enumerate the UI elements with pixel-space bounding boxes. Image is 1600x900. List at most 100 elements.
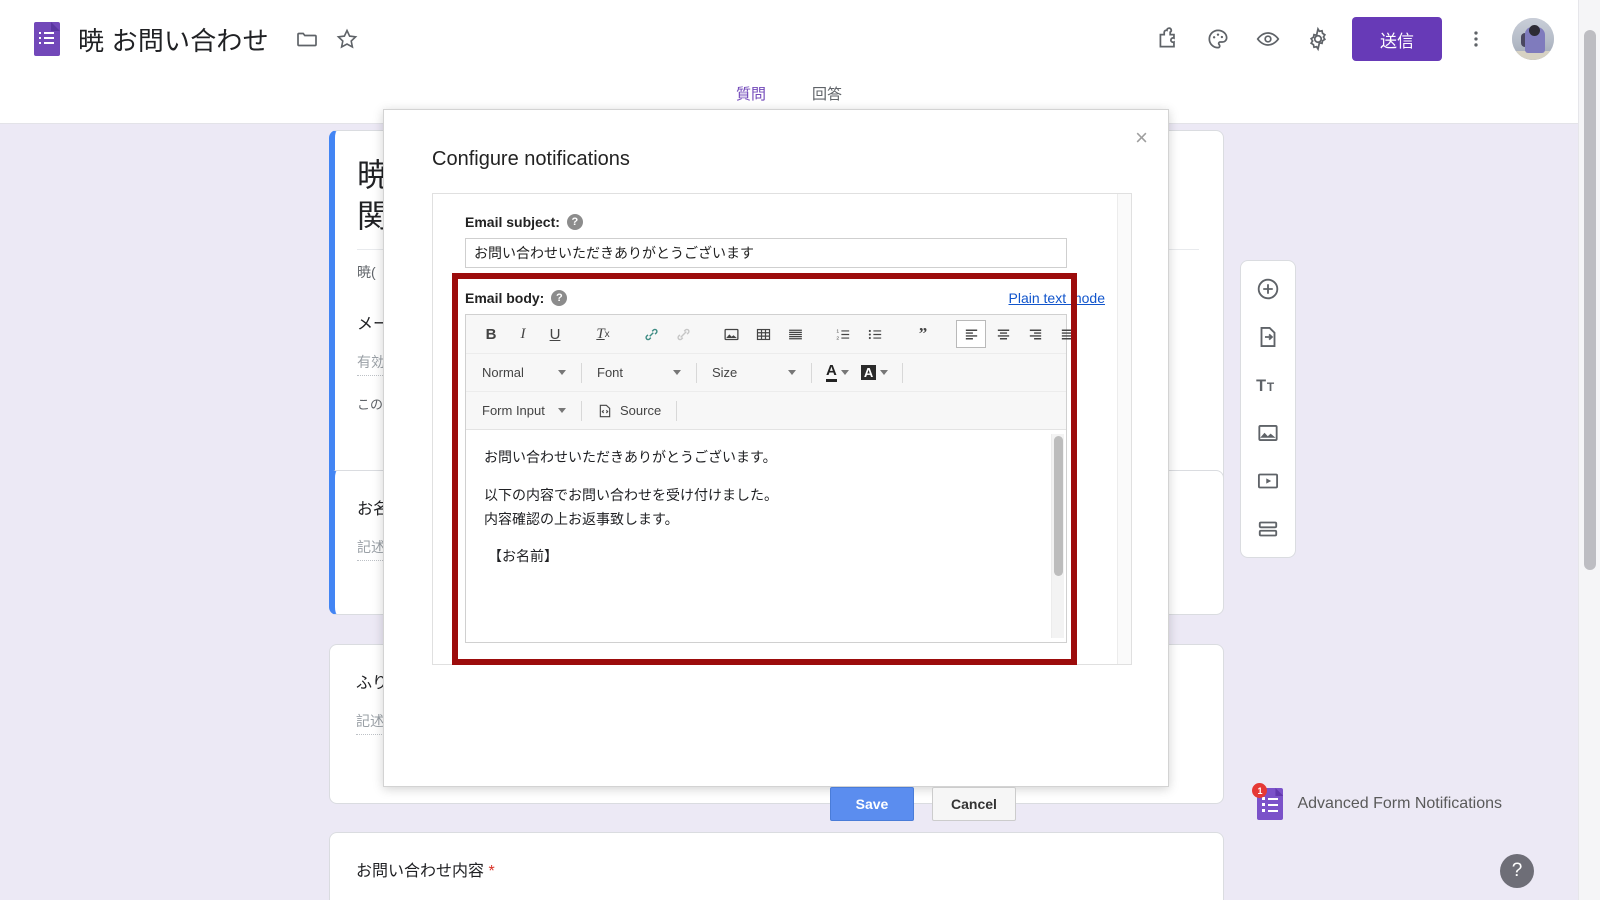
dialog-actions: Save Cancel 1 Advanced Form Notification… (830, 783, 1502, 821)
cancel-button[interactable]: Cancel (932, 787, 1016, 821)
source-button[interactable]: Source (591, 398, 667, 424)
source-label: Source (620, 403, 662, 418)
text-color-glyph: A (826, 363, 837, 382)
add-title-description-icon[interactable]: T T (1245, 365, 1291, 405)
table-icon[interactable] (748, 320, 778, 348)
chevron-down-icon (673, 370, 681, 375)
source-code-icon (599, 404, 611, 417)
toolbar-divider (676, 400, 678, 421)
toolbar-divider (581, 400, 582, 421)
align-right-icon[interactable] (1020, 320, 1050, 348)
plain-text-mode-link[interactable]: Plain text mode (1009, 290, 1106, 306)
email-body-label: Email body: ? (465, 290, 568, 306)
addons-icon[interactable] (1148, 19, 1188, 59)
window-scrollbar-thumb[interactable] (1584, 30, 1596, 570)
font-family-value: Font (597, 365, 624, 380)
import-questions-icon[interactable] (1245, 317, 1291, 357)
chevron-down-icon (788, 370, 796, 375)
font-size-dropdown[interactable]: Size (706, 360, 802, 386)
window-scrollbar[interactable] (1578, 0, 1600, 900)
chevron-down-icon (880, 370, 889, 375)
background-color-button[interactable]: A (856, 360, 893, 386)
question-answer-hint: 有効 (357, 352, 385, 376)
required-asterisk: * (488, 863, 495, 880)
add-image-icon[interactable] (1245, 413, 1291, 453)
avatar[interactable] (1512, 18, 1554, 60)
add-video-icon[interactable] (1245, 461, 1291, 501)
horizontal-rule-icon[interactable] (780, 320, 810, 348)
email-body-label-text: Email body: (465, 290, 545, 306)
page-title[interactable]: 暁 お問い合わせ (78, 21, 269, 58)
editor-scrollbar[interactable] (1051, 434, 1064, 638)
addon-brand-label: Advanced Form Notifications (1297, 795, 1502, 812)
text-color-button[interactable]: A (821, 360, 854, 386)
close-icon[interactable]: × (1129, 126, 1154, 150)
bulleted-list-icon[interactable] (860, 320, 890, 348)
kebab-menu-icon[interactable] (1456, 19, 1496, 59)
preview-eye-icon[interactable] (1248, 19, 1288, 59)
body-line: 【お名前】 (488, 548, 558, 565)
svg-text:1: 1 (836, 328, 839, 334)
toolbar-divider (581, 362, 582, 383)
add-section-icon[interactable] (1245, 509, 1291, 549)
add-item-toolbar: T T (1240, 260, 1296, 558)
email-body-editable[interactable]: お問い合わせいただきありがとうございます。 以下の内容でお問い合わせを受け付けま… (466, 430, 1066, 642)
settings-gear-icon[interactable] (1298, 19, 1338, 59)
paragraph-format-dropdown[interactable]: Normal (476, 360, 572, 386)
align-left-icon[interactable] (956, 320, 986, 348)
form-input-value: Form Input (482, 403, 545, 418)
body-line: お問い合わせいただきありがとうございます。 (484, 449, 777, 465)
svg-text:T: T (1267, 380, 1275, 394)
app-bar: 暁 お問い合わせ 送信 (0, 0, 1578, 78)
palette-icon[interactable] (1198, 19, 1238, 59)
add-question-icon[interactable] (1245, 269, 1291, 309)
editor-scrollbar-thumb[interactable] (1054, 436, 1063, 576)
send-button[interactable]: 送信 (1352, 17, 1442, 61)
rich-text-editor: B I U Tx 1 2 ” Normal Font Size A A Form… (465, 314, 1073, 643)
italic-button[interactable]: I (508, 320, 538, 348)
body-blank-line (484, 470, 1048, 484)
star-button[interactable] (327, 19, 367, 59)
body-blank-line (484, 531, 1048, 545)
help-button[interactable]: ? (1500, 854, 1534, 888)
body-line: 内容確認の上お返事致します。 (484, 510, 679, 527)
unlink-icon (668, 320, 698, 348)
remove-format-button[interactable]: Tx (588, 320, 618, 348)
save-button[interactable]: Save (830, 787, 914, 821)
help-icon[interactable]: ? (566, 214, 583, 230)
form-input-dropdown[interactable]: Form Input (476, 398, 572, 424)
form-question-card-inquiry[interactable]: お問い合わせ内容 * (329, 832, 1224, 900)
underline-button[interactable]: U (540, 320, 570, 348)
align-justify-icon[interactable] (1052, 320, 1082, 348)
editor-toolbar-row-1: B I U Tx 1 2 ” (466, 315, 1073, 353)
font-size-value: Size (712, 365, 738, 380)
addon-brand: 1 Advanced Form Notifications (1252, 783, 1502, 820)
email-body-header: Email body: ? Plain text mode (465, 290, 1105, 306)
editor-toolbar: B I U Tx 1 2 ” Normal Font Size A A Form… (466, 315, 1073, 430)
image-icon[interactable] (716, 320, 746, 348)
numbered-list-icon[interactable]: 1 2 (828, 320, 858, 348)
email-subject-label-text: Email subject: (465, 214, 560, 230)
editor-toolbar-row-3: Form Input Source (466, 391, 1066, 429)
chevron-down-icon (840, 370, 849, 375)
advanced-form-notifications-icon: 1 (1252, 783, 1284, 820)
move-to-folder-button[interactable] (287, 19, 327, 59)
question-answer-hint: 記述 (357, 537, 385, 561)
chevron-down-icon (558, 370, 566, 375)
dialog-title: Configure notifications (432, 148, 630, 170)
question-answer-hint: 記述 (356, 711, 384, 735)
font-family-dropdown[interactable]: Font (591, 360, 687, 386)
quote-icon[interactable]: ” (908, 320, 938, 348)
toolbar-divider (902, 362, 904, 383)
editor-toolbar-row-2: Normal Font Size A A (466, 353, 1066, 391)
bold-button[interactable]: B (476, 320, 506, 348)
email-subject-input[interactable] (465, 238, 1067, 268)
help-icon[interactable]: ? (551, 290, 568, 306)
background-color-glyph: A (860, 365, 877, 380)
toolbar-divider (811, 362, 812, 383)
dialog-panel: Email subject: ? Email body: ? Plain tex… (432, 193, 1132, 665)
google-forms-icon (34, 22, 60, 56)
align-center-icon[interactable] (988, 320, 1018, 348)
link-icon[interactable] (636, 320, 666, 348)
dialog-panel-scrollbar[interactable] (1117, 194, 1131, 664)
